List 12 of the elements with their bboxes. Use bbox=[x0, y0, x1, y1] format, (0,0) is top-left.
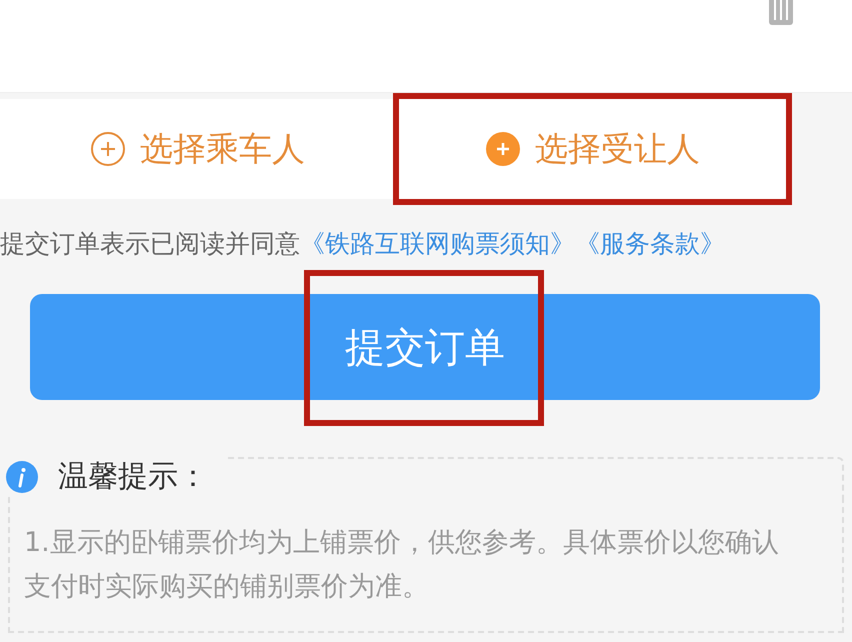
terms-link[interactable]: 《服务条款》 bbox=[575, 229, 725, 258]
select-person-button[interactable]: 选择受让人 bbox=[395, 99, 790, 199]
add-icon bbox=[90, 131, 126, 167]
trash-icon[interactable] bbox=[766, 0, 796, 26]
tips-title: 温馨提示： bbox=[58, 458, 208, 496]
agreement-text: 提交订单表示已阅读并同意《铁路互联网购票须知》《服务条款》 bbox=[0, 228, 726, 260]
terms-link[interactable]: 《铁路互联网购票须知》 bbox=[300, 229, 575, 258]
submit-order-button[interactable]: 提交订单 bbox=[30, 294, 820, 400]
add-icon bbox=[485, 131, 521, 167]
info-icon bbox=[6, 460, 38, 492]
select-person-button[interactable]: 选择乘车人 bbox=[0, 99, 395, 199]
tip-text: 1.显示的卧铺票价均为上铺票价，供您参考。具体票价以您确认支付时实际购买的铺别票价为准。 bbox=[24, 526, 780, 604]
